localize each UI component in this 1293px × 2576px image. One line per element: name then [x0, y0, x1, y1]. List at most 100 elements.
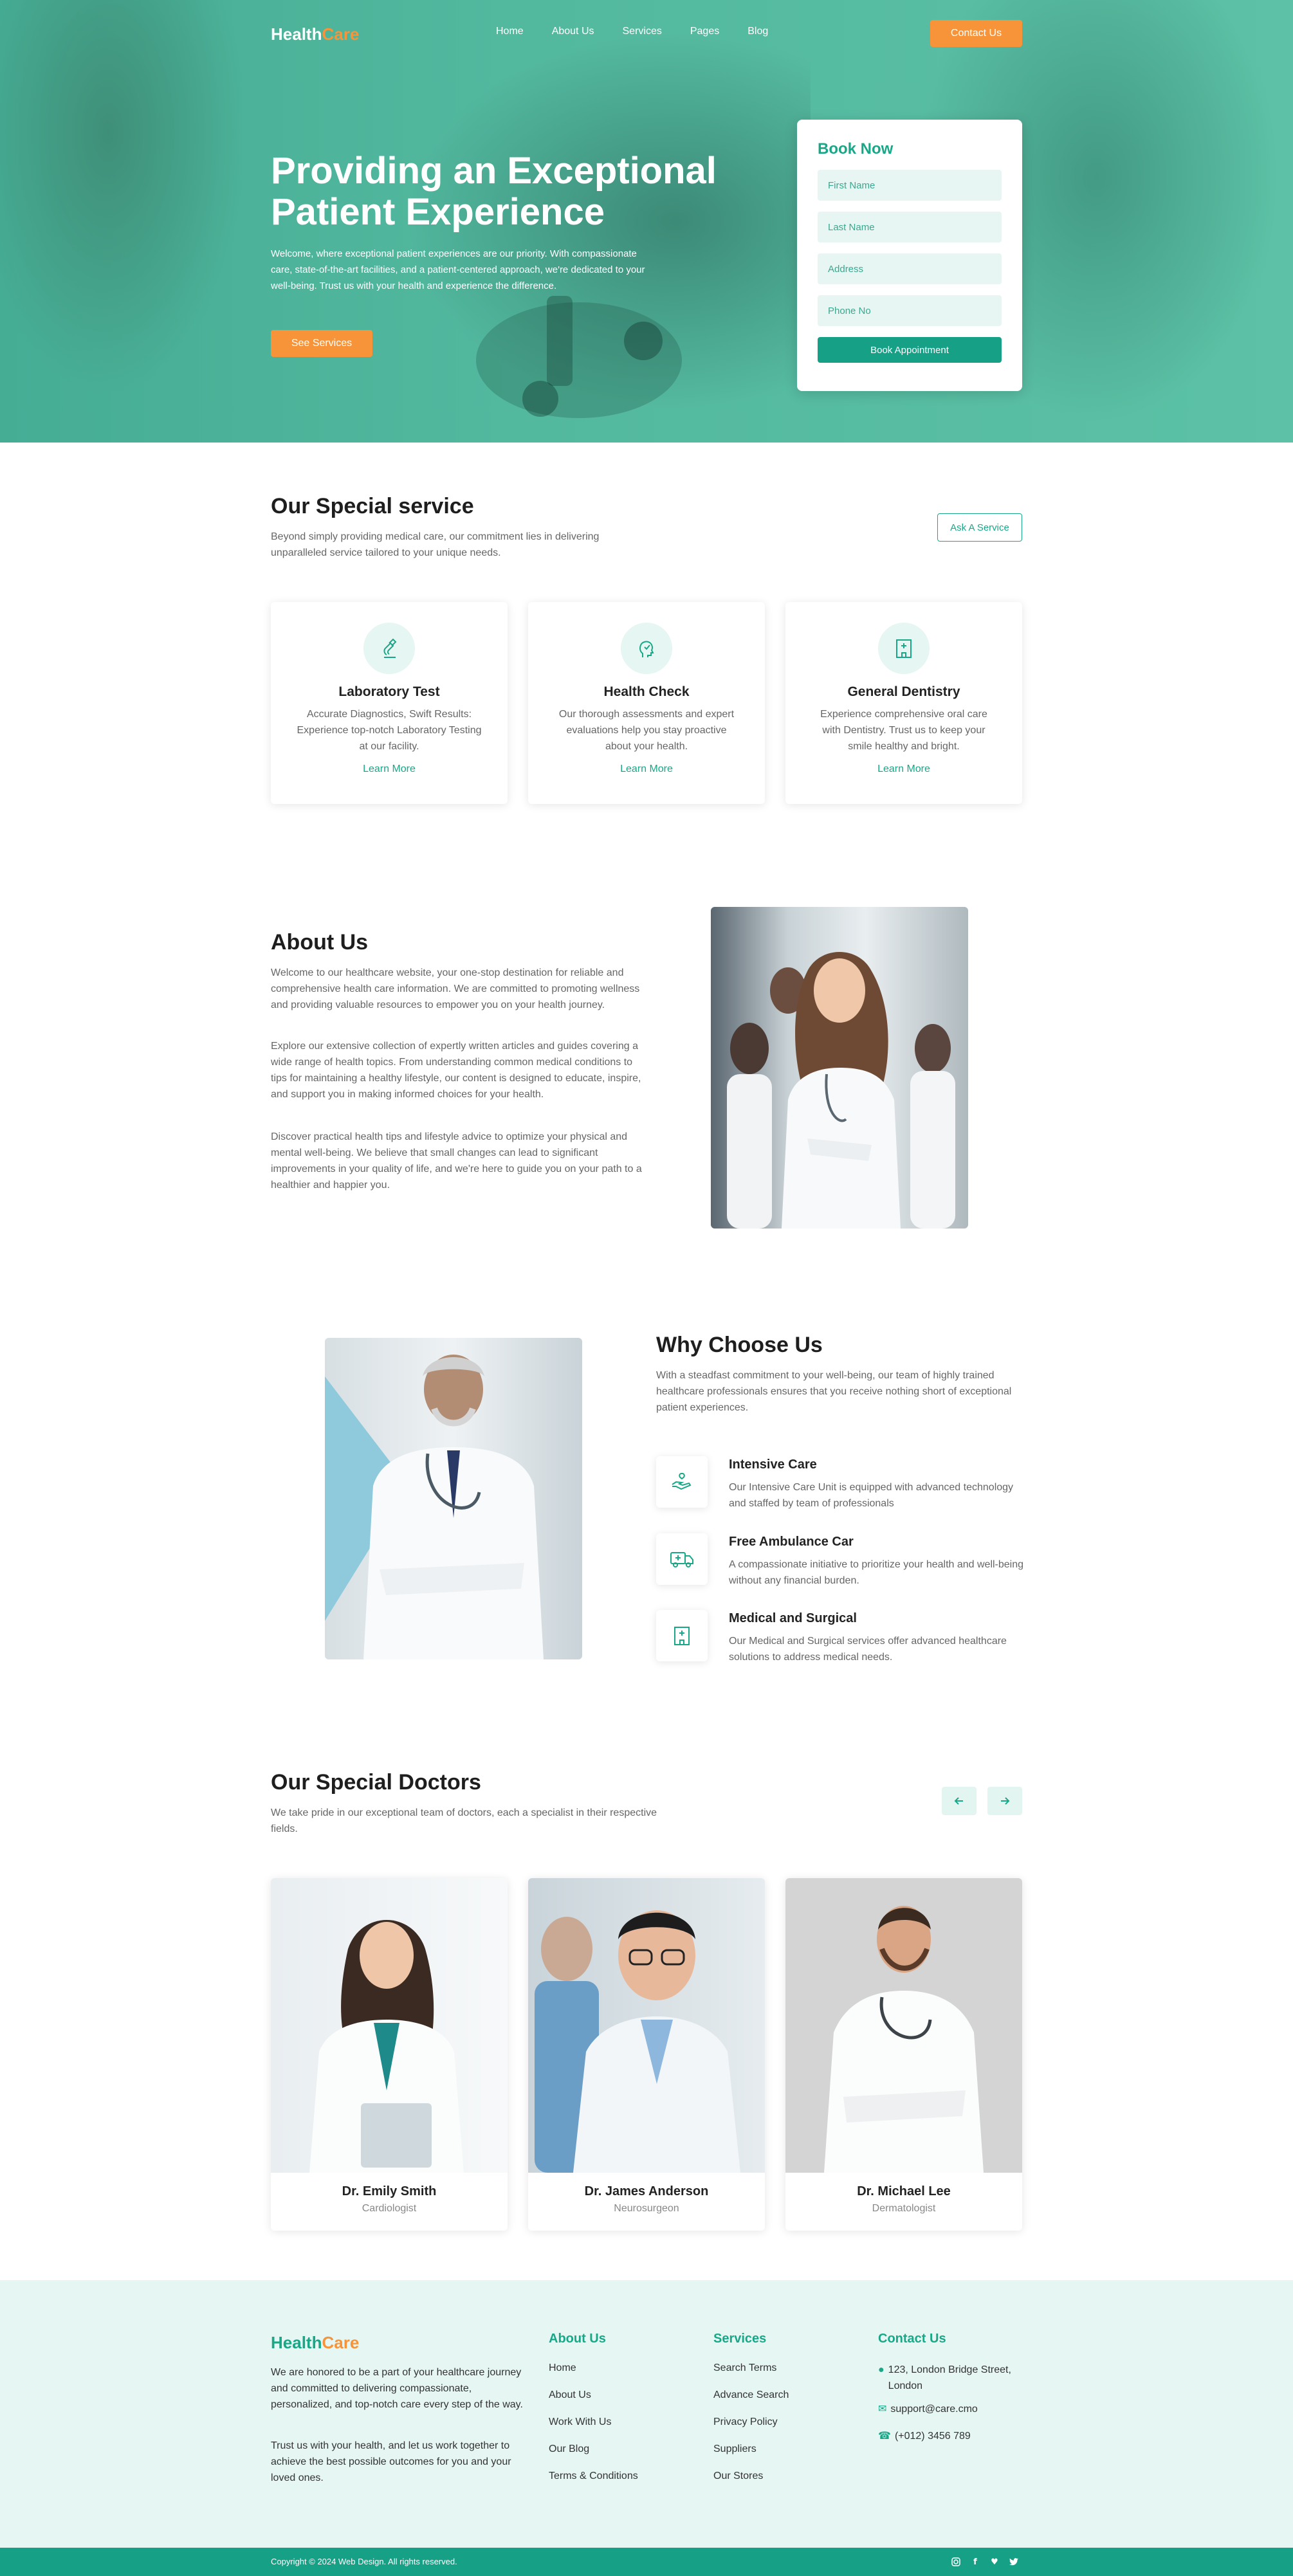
heart-icon[interactable]: ♥	[989, 2557, 1000, 2567]
why-choose-photo	[325, 1338, 582, 1659]
brand-logo-part2: Care	[322, 2333, 360, 2352]
hero-title: Providing an Exceptional Patient Experie…	[271, 150, 717, 233]
learn-more-link[interactable]: Learn More	[877, 763, 930, 774]
feature-text: Our Medical and Surgical services offer …	[729, 1636, 1007, 1663]
doctor-role: Cardiologist	[362, 2203, 417, 2214]
nav-pages[interactable]: Pages	[690, 26, 719, 37]
footer-contact-column: Contact Us ● 123, London Bridge Street, …	[878, 2332, 1026, 2457]
brand-logo-part2: Care	[322, 24, 360, 44]
about-title: About Us	[271, 930, 369, 955]
service-card-title: Laboratory Test	[338, 684, 440, 699]
twitter-icon[interactable]	[1009, 2557, 1019, 2567]
nav-blog[interactable]: Blog	[747, 26, 768, 37]
service-card-health-check: Health Check Our thorough assessments an…	[528, 602, 765, 804]
female-doctor-illustration	[727, 952, 955, 1229]
doctor-role: Dermatologist	[872, 2203, 936, 2214]
doctors-title: Our Special Doctors	[271, 1770, 481, 1795]
why-title: Why Choose Us	[656, 1333, 823, 1357]
brand-logo-part1: Health	[271, 2333, 322, 2352]
doctor-card[interactable]: Dr. Emily Smith Cardiologist	[271, 1878, 508, 2231]
hospital-icon	[656, 1610, 708, 1661]
ambulance-icon	[656, 1533, 708, 1585]
main-nav: Home About Us Services Pages Blog	[496, 26, 796, 37]
hero-section: HealthCare Home About Us Services Pages …	[0, 0, 1293, 443]
hero-text: Welcome, where exceptional patient exper…	[271, 248, 645, 291]
instagram-icon[interactable]	[951, 2557, 961, 2567]
footer-link[interactable]: Home	[549, 2362, 638, 2375]
arrow-right-icon	[1001, 1797, 1010, 1805]
first-name-input[interactable]: First Name	[818, 170, 1002, 201]
doctors-subtitle: We take pride in our exceptional team of…	[271, 1807, 657, 1834]
nav-about[interactable]: About Us	[552, 26, 594, 37]
footer-text: We are honored to be a part of your heal…	[271, 2367, 523, 2410]
nav-home[interactable]: Home	[496, 26, 524, 37]
feature-medical-surgical: Medical and Surgical Our Medical and Sur…	[656, 1610, 1029, 1674]
microscope-illustration	[476, 296, 682, 418]
footer-address: ● 123, London Bridge Street, London	[878, 2362, 1026, 2394]
last-name-input[interactable]: Last Name	[818, 212, 1002, 242]
head-check-icon	[621, 623, 672, 674]
copyright-text: Copyright © 2024 Web Design. All rights …	[271, 2557, 457, 2566]
about-paragraph: Welcome to our healthcare website, your …	[271, 967, 640, 1010]
footer-phone-text: (+012) 3456 789	[894, 2431, 971, 2442]
doctor-photo	[785, 1878, 1022, 2173]
feature-title: Free Ambulance Car	[729, 1535, 854, 1549]
prev-doctor-button[interactable]	[942, 1787, 977, 1815]
next-doctor-button[interactable]	[987, 1787, 1022, 1815]
footer-link[interactable]: About Us	[549, 2389, 638, 2402]
service-card-laboratory: Laboratory Test Accurate Diagnostics, Sw…	[271, 602, 508, 804]
about-paragraph: Discover practical health tips and lifes…	[271, 1131, 642, 1191]
footer-phone[interactable]: ☎ (+012) 3456 789	[878, 2430, 1026, 2443]
service-card-title: General Dentistry	[847, 684, 960, 699]
page: HealthCare Home About Us Services Pages …	[0, 0, 1293, 2576]
ask-service-button[interactable]: Ask A Service	[937, 513, 1022, 542]
doctor-card[interactable]: Dr. James Anderson Neurosurgeon	[528, 1878, 765, 2231]
hospital-icon	[878, 623, 930, 674]
service-card-text: Accurate Diagnostics, Swift Results: Exp…	[297, 709, 482, 752]
hero-photo-shade	[0, 0, 270, 443]
brand-logo[interactable]: HealthCare	[271, 24, 359, 44]
footer-link[interactable]: Work With Us	[549, 2416, 638, 2429]
footer-address-text: 123, London Bridge Street, London	[888, 2364, 1011, 2391]
footer-link[interactable]: Terms & Conditions	[549, 2470, 638, 2483]
service-card-text: Our thorough assessments and expert eval…	[558, 709, 735, 752]
book-appointment-button[interactable]: Book Appointment	[818, 337, 1002, 363]
see-services-button[interactable]: See Services	[271, 330, 372, 357]
phone-input[interactable]: Phone No	[818, 295, 1002, 326]
feature-ambulance: Free Ambulance Car A compassionate initi…	[656, 1533, 1029, 1598]
book-now-title: Book Now	[818, 140, 894, 158]
feature-intensive-care: Intensive Care Our Intensive Care Unit i…	[656, 1456, 1029, 1521]
about-photo	[711, 907, 968, 1229]
contact-us-button[interactable]: Contact Us	[930, 20, 1022, 47]
footer-link[interactable]: Advance Search	[713, 2389, 789, 2402]
footer-email[interactable]: ✉ support@care.cmo	[878, 2403, 1026, 2416]
footer-link[interactable]: Our Blog	[549, 2443, 638, 2456]
footer-link[interactable]: Our Stores	[713, 2470, 789, 2483]
doctor-name: Dr. Emily Smith	[342, 2184, 437, 2198]
footer-link[interactable]: Search Terms	[713, 2362, 789, 2375]
footer-column-title: Contact Us	[878, 2332, 946, 2346]
footer-column-title: About Us	[549, 2332, 606, 2346]
footer	[0, 2280, 1293, 2548]
services-title: Our Special service	[271, 494, 474, 518]
footer-link[interactable]: Suppliers	[713, 2443, 789, 2456]
footer-services-column: Services Search Terms Advance Search Pri…	[713, 2332, 789, 2497]
about-paragraph: Explore our extensive collection of expe…	[271, 1041, 641, 1100]
facebook-icon[interactable]: f	[970, 2557, 980, 2567]
learn-more-link[interactable]: Learn More	[620, 763, 673, 774]
brand-logo-part1: Health	[271, 24, 322, 44]
envelope-icon: ✉	[878, 2404, 887, 2415]
doctor-card[interactable]: Dr. Michael Lee Dermatologist	[785, 1878, 1022, 2231]
care-hand-icon	[656, 1456, 708, 1508]
address-input[interactable]: Address	[818, 253, 1002, 284]
learn-more-link[interactable]: Learn More	[363, 763, 416, 774]
footer-text: Trust us with your health, and let us wo…	[271, 2440, 511, 2483]
doctor-photo	[271, 1878, 508, 2173]
doctor-role: Neurosurgeon	[614, 2203, 679, 2214]
male-doctor-illustration	[325, 1355, 544, 1659]
nav-services[interactable]: Services	[623, 26, 662, 37]
footer-link[interactable]: Privacy Policy	[713, 2416, 789, 2429]
footer-about-column: About Us Home About Us Work With Us Our …	[549, 2332, 638, 2497]
feature-title: Intensive Care	[729, 1457, 817, 1472]
footer-brand-logo[interactable]: HealthCare	[271, 2333, 359, 2353]
